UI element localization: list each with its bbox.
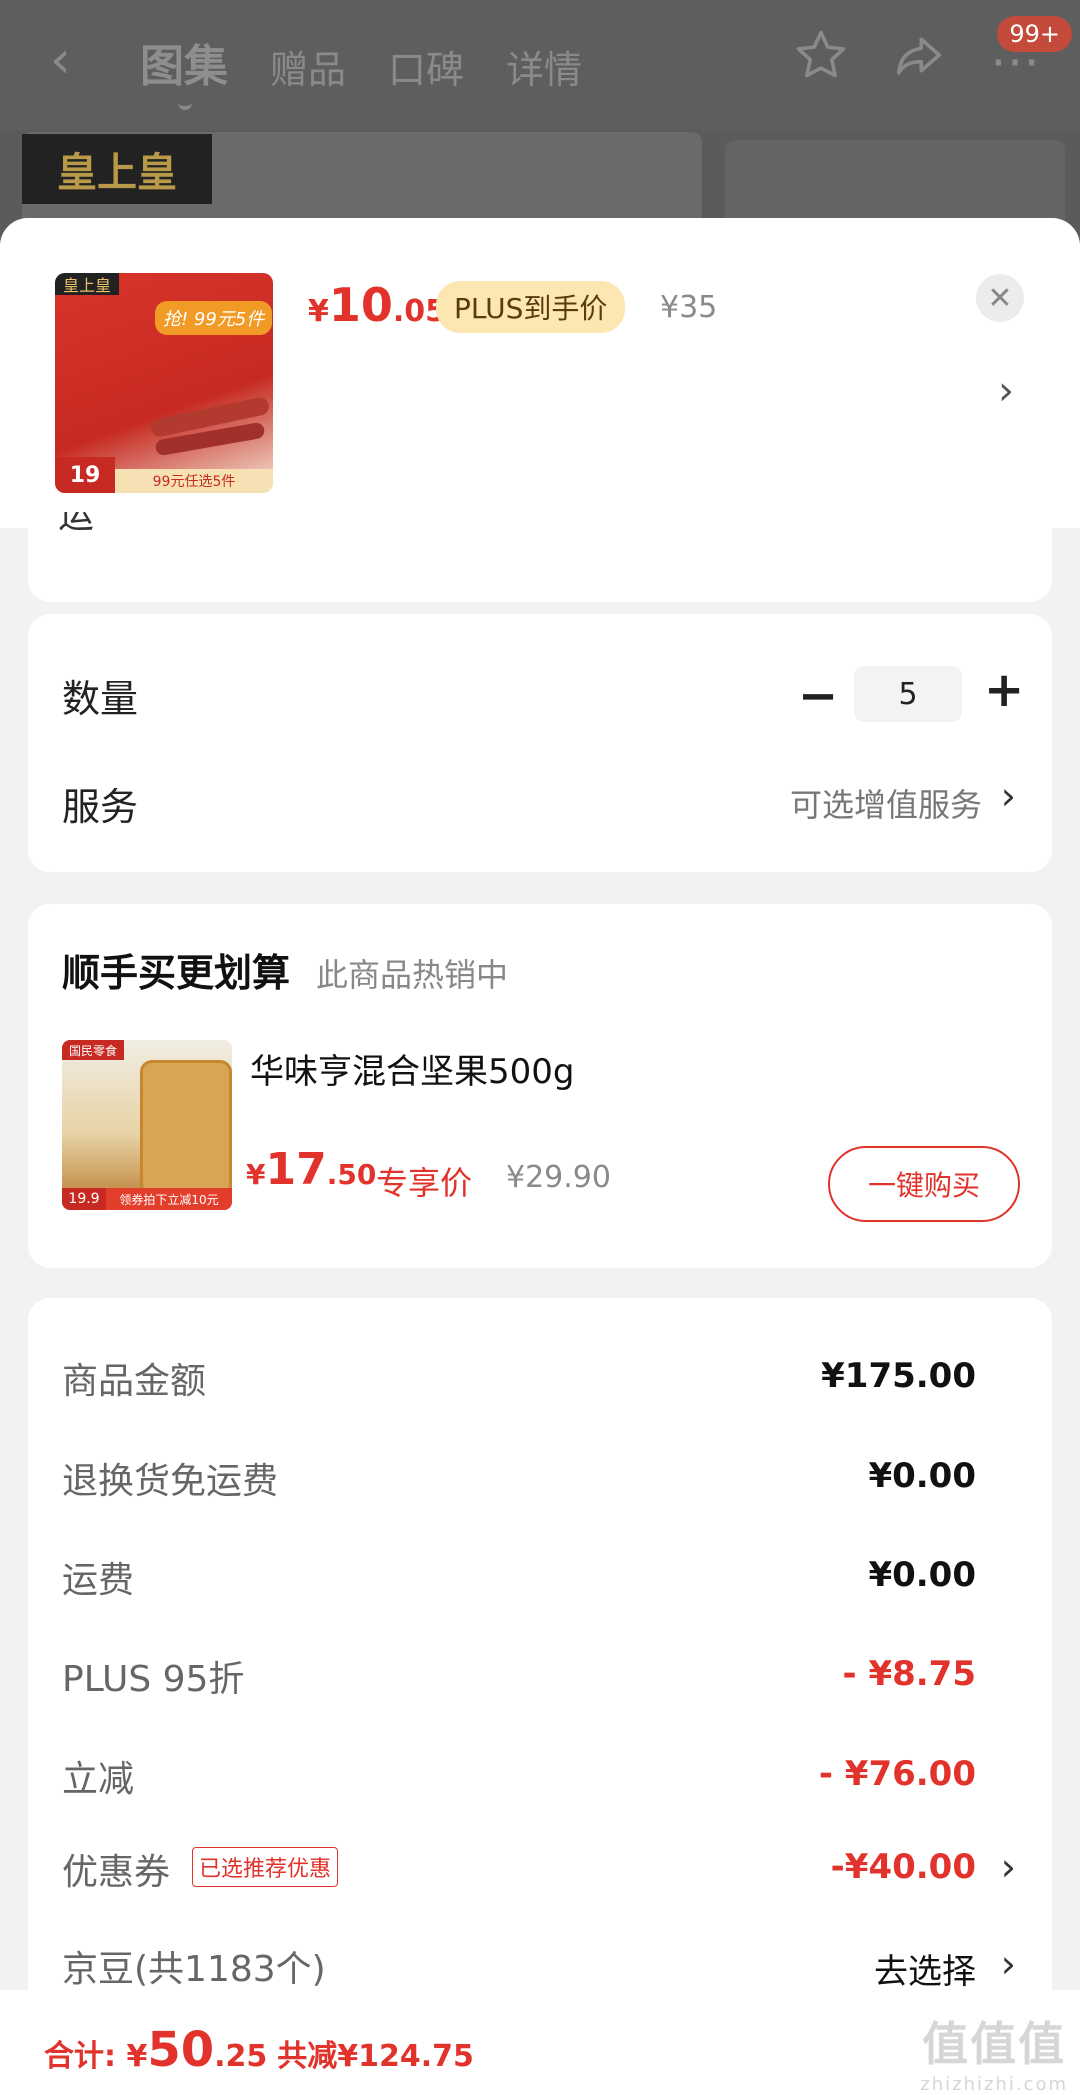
bundle-item-price: ¥17.50 xyxy=(246,1144,376,1195)
checkout-footer: 合计: ¥50.25 共减¥124.75 值值值 zhizhizhi.com xyxy=(0,1990,1080,2095)
chevron-right-icon[interactable]: › xyxy=(1001,774,1016,818)
chevron-right-icon[interactable]: › xyxy=(1001,1942,1016,1986)
back-icon[interactable]: ‹ xyxy=(50,30,71,90)
tab-reviews[interactable]: 口碑 xyxy=(388,39,464,94)
price-integer: 17 xyxy=(265,1144,327,1195)
quantity-service-card: 数量 − 5 + 服务 可选增值服务 › xyxy=(28,614,1052,872)
total-decimal: .25 xyxy=(214,2039,268,2074)
summary-row: PLUS 95折 - ¥8.75 xyxy=(62,1650,976,1710)
star-icon[interactable] xyxy=(794,28,848,94)
service-value[interactable]: 可选增值服务 xyxy=(790,780,982,826)
coupon-recommended-tag: 已选推荐优惠 xyxy=(192,1847,339,1887)
share-icon[interactable] xyxy=(892,28,946,94)
exclusive-price-tag: 专享价 xyxy=(376,1164,473,1202)
total-integer: 50 xyxy=(147,2022,215,2078)
tab-gallery[interactable]: 图集 xyxy=(140,30,228,110)
bundle-item-thumbnail[interactable]: 国民零食 19.9 领券拍下立减10元 xyxy=(62,1040,232,1210)
summary-value: ¥175.00 xyxy=(821,1356,976,1396)
service-label: 服务 xyxy=(62,785,139,829)
original-price: ¥35 xyxy=(660,290,718,325)
spec-label-partial: 运 xyxy=(58,495,95,536)
tab-gifts[interactable]: 赠品 xyxy=(270,39,346,94)
notification-badge: 99+ xyxy=(997,16,1072,52)
bundle-title: 顺手买更划算 xyxy=(62,951,291,995)
minus-icon[interactable]: − xyxy=(798,668,838,724)
plus-price-tag: PLUS到手价 xyxy=(436,281,626,333)
product-brand-logo: 皇上皇 xyxy=(55,273,119,295)
summary-label: 京豆(共1183个) xyxy=(62,1949,326,1990)
bundle-thumb-price: 19.9 xyxy=(62,1188,106,1210)
quantity-label: 数量 xyxy=(62,677,139,721)
bundle-subtitle: 此商品热销中 xyxy=(316,956,509,994)
summary-label: 立减 xyxy=(62,1759,135,1800)
coupon-row[interactable]: 优惠券 已选推荐优惠 -¥40.00 › xyxy=(62,1843,1016,1903)
quantity-input[interactable]: 5 xyxy=(854,666,962,722)
plus-icon[interactable]: + xyxy=(984,662,1024,718)
chevron-right-icon[interactable]: › xyxy=(1001,1845,1016,1889)
top-tabs: 图集 赠品 口碑 详情 xyxy=(140,30,582,110)
price-summary-card: 商品金额 ¥175.00 退换货免运费 ¥0.00 运费 ¥0.00 PLUS … xyxy=(28,1298,1052,2095)
price-symbol: ¥ xyxy=(308,294,329,329)
summary-value[interactable]: 去选择 xyxy=(874,1944,976,1993)
price-integer: 10 xyxy=(328,278,393,332)
total-symbol: ¥ xyxy=(126,2039,148,2074)
watermark: 值值值 zhizhizhi.com xyxy=(920,2008,1068,2095)
summary-label: 商品金额 xyxy=(62,1361,207,1402)
one-click-buy-button[interactable]: 一键购买 xyxy=(828,1146,1020,1222)
bundle-thumb-tag: 国民零食 xyxy=(62,1040,124,1060)
summary-row: 立减 - ¥76.00 xyxy=(62,1750,976,1810)
summary-value: - ¥8.75 xyxy=(842,1654,977,1694)
close-icon[interactable]: ✕ xyxy=(976,274,1024,322)
product-promo-burst: 抢! 99元5件 xyxy=(155,301,273,335)
nut-jar-graphic xyxy=(140,1060,232,1196)
product-price: ¥10.05 xyxy=(308,278,446,332)
spec-card: 运 xyxy=(28,498,1052,602)
bundle-card: 顺手买更划算 此商品热销中 国民零食 19.9 领券拍下立减10元 华味亨混合坚… xyxy=(28,904,1052,1268)
watermark-url: zhizhizhi.com xyxy=(920,2074,1068,2095)
chevron-right-icon[interactable]: › xyxy=(998,368,1014,414)
summary-label: PLUS 95折 xyxy=(62,1659,245,1700)
tab-details[interactable]: 详情 xyxy=(506,39,582,94)
bundle-item-name[interactable]: 华味亨混合坚果500g xyxy=(250,1044,574,1093)
price-symbol: ¥ xyxy=(246,1158,266,1191)
product-thumb-promo: 99元任选5件 xyxy=(115,469,273,493)
purchase-sheet: 皇上皇 抢! 99元5件 19 99元任选5件 ¥10.05 PLUS到手价 ¥… xyxy=(0,218,1080,2095)
top-nav-bar: ‹ 图集 赠品 口碑 详情 ⋯ 99+ xyxy=(0,0,1080,130)
summary-label: 退换货免运费 xyxy=(62,1461,279,1502)
total-saved: 共减¥124.75 xyxy=(277,2039,474,2074)
summary-row: 退换货免运费 ¥0.00 xyxy=(62,1452,976,1512)
summary-row: 运费 ¥0.00 xyxy=(62,1551,976,1611)
summary-value: -¥40.00 xyxy=(830,1847,976,1887)
sheet-header: 皇上皇 抢! 99元5件 19 99元任选5件 ¥10.05 PLUS到手价 ¥… xyxy=(0,218,1080,528)
total-price: 合计: ¥50.25 共减¥124.75 xyxy=(44,2022,474,2078)
product-thumbnail[interactable]: 皇上皇 抢! 99元5件 19 99元任选5件 xyxy=(55,273,273,493)
summary-row: 商品金额 ¥175.00 xyxy=(62,1352,976,1412)
total-label: 合计: xyxy=(44,2039,127,2074)
summary-value: ¥0.00 xyxy=(868,1456,976,1496)
watermark-logo: 值值值 xyxy=(922,2017,1067,2071)
price-decimal: .50 xyxy=(326,1158,377,1191)
bundle-original-price: ¥29.90 xyxy=(506,1160,611,1195)
bundle-thumb-bar: 领券拍下立减10元 xyxy=(106,1188,232,1210)
product-thumb-price: 19 xyxy=(55,457,115,493)
summary-label: 运费 xyxy=(62,1560,135,1601)
summary-value: ¥0.00 xyxy=(868,1555,976,1595)
summary-value: - ¥76.00 xyxy=(818,1754,976,1794)
summary-label: 优惠券 xyxy=(62,1852,171,1893)
background-brand-logo: 皇上皇 xyxy=(22,134,212,204)
